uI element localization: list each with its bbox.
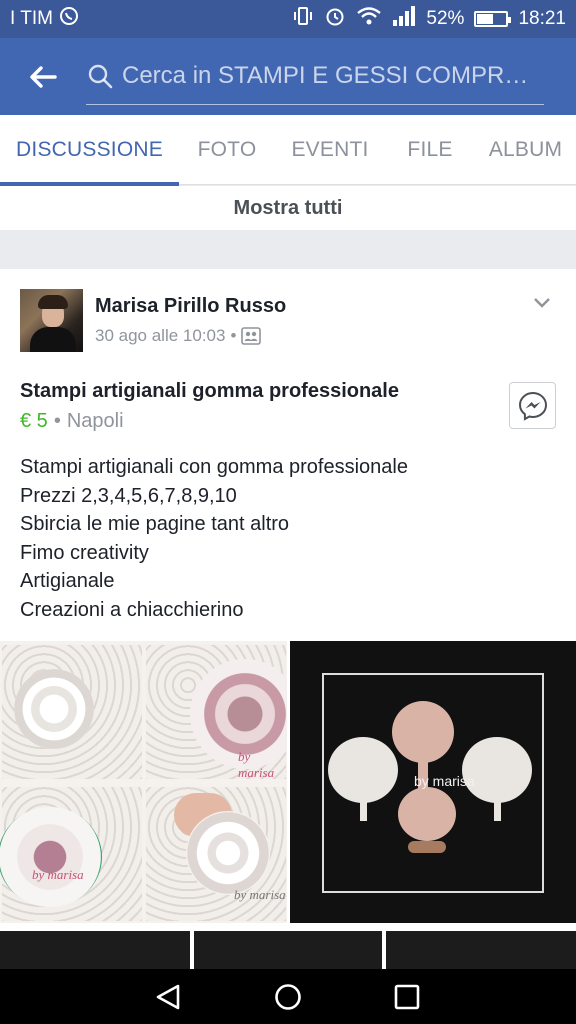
photo-watermark: by marisa [32, 867, 84, 882]
meta-separator: • [230, 326, 237, 345]
post-body-line: Creazioni a chiacchierino [20, 598, 244, 621]
alarm-icon [324, 5, 346, 33]
back-button[interactable] [0, 38, 86, 115]
tab-eventi[interactable]: EVENTI [275, 115, 385, 185]
post-body-line: Sbircia le mie pagine tant altro [20, 513, 290, 536]
tab-discussione[interactable]: DISCUSSIONE [0, 115, 179, 186]
tab-album[interactable]: ALBUM [475, 115, 576, 185]
tab-foto[interactable]: FOTO [179, 115, 275, 185]
listing-price-row: € 5 • Napoli [20, 410, 124, 433]
carrier-label: I TIM [10, 8, 53, 29]
tab-file[interactable]: FILE [385, 115, 475, 185]
post-meta: 30 ago alle 10:03 • [95, 326, 262, 346]
photo-watermark: by marisa [238, 749, 275, 780]
messenger-icon [518, 391, 547, 421]
group-audience-icon [241, 327, 262, 345]
post-body-line: Artigianale [20, 570, 115, 593]
nav-recents-icon[interactable] [392, 982, 422, 1012]
photo-tree-pendants[interactable]: by marisa [290, 641, 576, 923]
listing-price: € 5 [20, 410, 48, 432]
vibrate-icon [292, 6, 314, 32]
nav-home-icon[interactable] [273, 982, 303, 1012]
signal-icon [392, 6, 416, 32]
post-body-line: Stampi artigianali con gomma professiona… [20, 456, 408, 478]
photo-grid: by marisa by marisa by marisa by marisa [0, 641, 576, 923]
show-all-button[interactable]: Mostra tutti [0, 186, 576, 230]
post-body: Stampi artigianali con gomma professiona… [20, 453, 408, 625]
search-box[interactable] [86, 49, 544, 105]
group-tabs: DISCUSSIONE FOTO EVENTI FILE ALBUM [0, 115, 576, 186]
photo-watermark: by marisa [414, 773, 475, 789]
search-input[interactable] [114, 62, 544, 90]
photo-watermark: by marisa [234, 887, 286, 902]
listing-title: Stampi artigianali gomma professionale [20, 380, 399, 402]
photo-thumbnail[interactable] [386, 931, 576, 969]
avatar[interactable] [20, 289, 83, 352]
photo-thumbnail[interactable] [194, 931, 382, 969]
whatsapp-icon [59, 6, 79, 32]
search-icon [88, 64, 113, 89]
post-options-button[interactable] [528, 289, 556, 317]
post-author[interactable]: Marisa Pirillo Russo [95, 295, 286, 318]
price-separator: • [53, 410, 61, 432]
photo-rose-molds[interactable]: by marisa by marisa by marisa [0, 641, 287, 923]
photo-thumbnail[interactable] [0, 931, 190, 969]
post-body-line: Prezzi 2,3,4,5,6,7,8,9,10 [20, 484, 237, 507]
nav-back-icon[interactable] [154, 982, 184, 1012]
clock: 18:21 [518, 8, 566, 29]
listing-location: Napoli [66, 410, 124, 432]
post-body-line: Fimo creativity [20, 541, 149, 564]
message-seller-button[interactable] [509, 382, 556, 429]
wifi-icon [356, 6, 382, 32]
post-card: Marisa Pirillo Russo 30 ago alle 10:03 •… [0, 269, 576, 969]
arrow-left-icon [30, 65, 57, 88]
chevron-down-icon [534, 298, 550, 308]
battery-percent: 52% [426, 8, 465, 29]
app-bar [0, 38, 576, 115]
status-bar: I TIM 52% 18:21 [0, 0, 576, 38]
system-nav-bar [0, 969, 576, 1024]
photo-row-partial [0, 931, 576, 969]
post-date[interactable]: 30 ago alle 10:03 [95, 326, 225, 346]
battery-icon [474, 11, 512, 27]
